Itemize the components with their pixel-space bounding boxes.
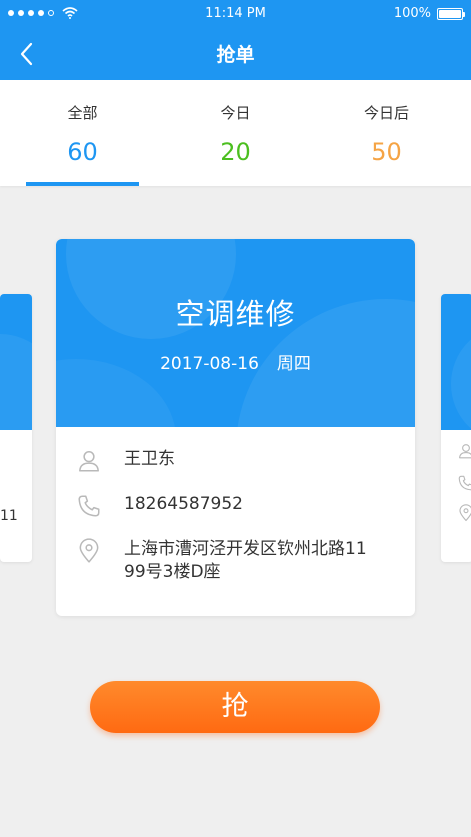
card-header: 空调维修 2017-08-16 周四 <box>56 239 415 427</box>
user-icon <box>79 451 99 472</box>
grab-order-button[interactable]: 抢 <box>90 681 380 733</box>
next-order-card[interactable] <box>441 294 471 562</box>
address-row: 上海市漕河泾开发区钦州北路11 99号3楼D座 <box>76 538 399 584</box>
tab-label: 今日后 <box>363 104 409 122</box>
battery-percent: 100% <box>393 6 431 21</box>
phone-row: 18264587952 <box>76 493 399 519</box>
order-tabs: 全部 60 今日 20 今日后 50 <box>0 80 471 186</box>
address-fragment: 11 <box>0 508 18 524</box>
date-value: 2017-08-16 <box>160 354 259 374</box>
tab-today[interactable]: 今日 20 <box>157 80 314 186</box>
weekday-value: 周四 <box>276 354 311 374</box>
address: 上海市漕河泾开发区钦州北路11 99号3楼D座 <box>124 538 367 584</box>
tab-after-today[interactable]: 今日后 50 <box>308 80 465 186</box>
tab-all[interactable]: 全部 60 <box>4 80 161 186</box>
card-header <box>441 294 471 430</box>
location-pin-icon <box>79 538 99 563</box>
nav-bar: 抢单 <box>0 28 471 80</box>
tab-label: 全部 <box>67 104 98 122</box>
page-title: 抢单 <box>216 44 255 66</box>
active-tab-indicator <box>26 182 139 186</box>
tab-label: 今日 <box>220 104 251 122</box>
tab-count: 50 <box>371 138 402 166</box>
service-type: 空调维修 <box>175 297 296 331</box>
battery-icon <box>437 7 465 20</box>
contact-name: 王卫东 <box>124 449 175 469</box>
contact-row: 王卫东 <box>76 448 399 474</box>
tab-count: 20 <box>220 138 251 166</box>
phone-icon <box>78 495 100 517</box>
card-header <box>0 294 32 430</box>
location-pin-icon <box>459 504 471 522</box>
status-bar: 11:14 PM 100% <box>0 0 471 28</box>
user-icon <box>459 444 471 459</box>
phone-icon <box>458 475 471 491</box>
address-line: 上海市漕河泾开发区钦州北路11 <box>124 539 367 559</box>
order-card[interactable]: 空调维修 2017-08-16 周四 王卫东 18264587952 上海市漕河泾… <box>56 239 415 616</box>
address-line: 99号3楼D座 <box>124 562 221 582</box>
service-date: 2017-08-16 周四 <box>56 349 415 374</box>
phone-number[interactable]: 18264587952 <box>124 493 243 516</box>
tab-count: 60 <box>67 138 98 166</box>
previous-order-card[interactable]: 11 <box>0 294 32 562</box>
